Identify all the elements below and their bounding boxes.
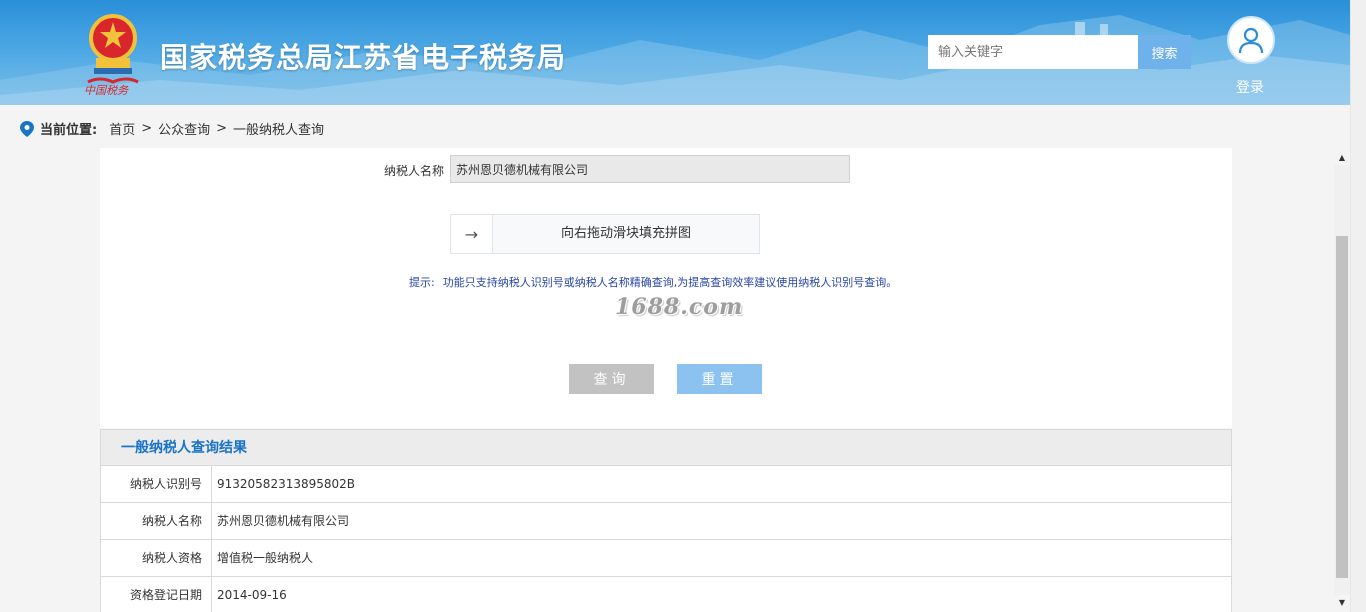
inner-scroll-thumb[interactable]	[1336, 236, 1348, 578]
reset-button[interactable]: 重置	[677, 364, 762, 394]
search-input[interactable]	[928, 35, 1138, 69]
hint-text: 功能只支持纳税人识别号或纳税人名称精确查询,为提高查询效率建议使用纳税人识别号查…	[442, 276, 898, 289]
taxpayer-name-input[interactable]	[450, 155, 850, 183]
results-table: 一般纳税人查询结果 纳税人识别号 91320582313895802B 纳税人名…	[100, 429, 1232, 612]
breadcrumb-label: 当前位置:	[40, 123, 98, 138]
user-avatar[interactable]	[1227, 16, 1275, 64]
table-row: 纳税人资格 增值税一般纳税人	[101, 540, 1231, 577]
search-button[interactable]: 搜索	[1138, 35, 1191, 69]
table-row: 纳税人识别号 91320582313895802B	[101, 466, 1231, 503]
watermark: 1688.com	[615, 294, 744, 320]
result-value: 苏州恩贝德机械有限公司	[217, 514, 350, 528]
slider-handle[interactable]: →	[451, 215, 493, 253]
table-row: 资格登记日期 2014-09-16	[101, 577, 1231, 612]
svg-text:中国税务: 中国税务	[84, 84, 129, 96]
scroll-down-icon[interactable]: ▼	[1334, 594, 1350, 610]
arrow-right-icon: →	[464, 224, 479, 244]
query-hint: 提示: 功能只支持纳税人识别号或纳税人名称精确查询,为提高查询效率建议使用纳税人识…	[409, 274, 897, 290]
table-row: 纳税人名称 苏州恩贝德机械有限公司	[101, 503, 1231, 540]
slider-captcha-text: 向右拖动滑块填充拼图	[560, 226, 691, 241]
slider-captcha[interactable]: → 向右拖动滑块填充拼图	[450, 214, 760, 254]
result-key: 纳税人名称	[101, 503, 212, 539]
user-icon	[1238, 27, 1264, 54]
scroll-up-icon[interactable]: ▲	[1334, 149, 1350, 165]
result-key: 纳税人识别号	[101, 466, 212, 502]
tax-emblem-logo: 中国税务	[84, 14, 139, 96]
taxpayer-name-label: 纳税人名称	[384, 164, 445, 178]
breadcrumb-separator: >	[216, 121, 228, 136]
breadcrumb-home[interactable]: 首页	[109, 119, 135, 138]
breadcrumb-public-query[interactable]: 公众查询	[158, 119, 210, 138]
results-title: 一般纳税人查询结果	[101, 430, 1231, 466]
location-pin-icon	[20, 120, 34, 137]
query-button[interactable]: 查询	[569, 364, 654, 394]
site-header: 中国税务 国家税务总局江苏省电子税务局 搜索 登录	[0, 0, 1350, 105]
hint-label: 提示:	[409, 276, 435, 289]
result-value: 2014-09-16	[217, 588, 287, 602]
result-value: 增值税一般纳税人	[217, 551, 314, 565]
breadcrumb-current: 一般纳税人查询	[233, 123, 325, 138]
login-link[interactable]: 登录	[1236, 77, 1264, 97]
result-value: 91320582313895802B	[217, 477, 356, 491]
result-key: 资格登记日期	[101, 577, 212, 612]
page-scrollbar[interactable]	[1350, 0, 1366, 612]
breadcrumb: 当前位置: 首页 > 公众查询 > 一般纳税人查询	[20, 119, 324, 138]
breadcrumb-separator: >	[141, 121, 153, 136]
site-title: 国家税务总局江苏省电子税务局	[160, 41, 567, 74]
result-key: 纳税人资格	[101, 540, 212, 576]
